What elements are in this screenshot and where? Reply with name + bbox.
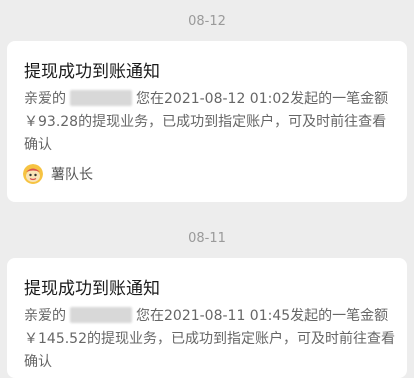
- notification-title: 提现成功到账通知: [24, 62, 160, 82]
- notification-body: 亲爱的 您在2021-08-11 01:45发起的一笔金额￥145.52的提现业务…: [24, 305, 398, 374]
- redacted-username: [70, 307, 132, 323]
- date-separator: 08-11: [188, 231, 226, 246]
- notification-card[interactable]: 提现成功到账通知 亲爱的 您在2021-08-11 01:45发起的一笔金额￥14…: [7, 258, 407, 378]
- greeting-text: 亲爱的: [24, 308, 66, 324]
- redacted-username: [70, 90, 132, 106]
- greeting-text: 亲爱的: [24, 91, 66, 107]
- date-separator: 08-12: [188, 14, 226, 29]
- notification-body: 亲爱的 您在2021-08-12 01:02发起的一笔金额￥93.28的提现业务，…: [24, 88, 398, 157]
- notification-card[interactable]: 提现成功到账通知 亲爱的 您在2021-08-12 01:02发起的一笔金额￥93…: [7, 41, 407, 202]
- shu-captain-avatar-icon: [23, 164, 43, 184]
- notification-source[interactable]: 薯队长: [23, 164, 93, 184]
- source-name: 薯队长: [51, 167, 93, 183]
- notification-title: 提现成功到账通知: [24, 279, 160, 299]
